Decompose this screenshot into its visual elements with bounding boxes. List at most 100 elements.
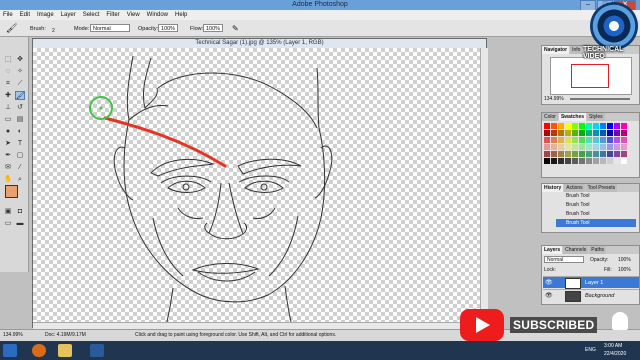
color-swatch[interactable] — [579, 130, 585, 136]
color-swatch[interactable] — [544, 158, 550, 164]
color-swatch[interactable] — [621, 137, 627, 143]
brush-size-value[interactable]: 2 — [52, 28, 55, 34]
eraser-tool-icon[interactable]: ▭ — [3, 115, 13, 124]
history-item[interactable]: Brush Tool — [556, 210, 636, 218]
opacity-field[interactable]: 100% — [158, 24, 178, 32]
color-swatch[interactable] — [586, 158, 592, 164]
zoom-tool-icon[interactable]: ⌕ — [15, 175, 25, 184]
tab-actions[interactable]: Actions — [564, 184, 585, 192]
color-swatch[interactable] — [600, 151, 606, 157]
color-swatch[interactable] — [565, 158, 571, 164]
photoshop-taskbar-icon[interactable] — [90, 344, 104, 357]
color-swatch[interactable] — [565, 137, 571, 143]
tab-navigator[interactable]: Navigator — [542, 46, 570, 54]
tab-paths[interactable]: Paths — [589, 246, 607, 254]
gradient-tool-icon[interactable]: ▤ — [15, 115, 25, 124]
color-swatch[interactable] — [607, 137, 613, 143]
menu-file[interactable]: File — [3, 10, 13, 20]
menu-view[interactable]: View — [127, 10, 140, 20]
vertical-scrollbar[interactable] — [480, 48, 488, 322]
color-swatch[interactable] — [593, 151, 599, 157]
color-swatch[interactable] — [565, 151, 571, 157]
color-swatch[interactable] — [579, 158, 585, 164]
color-swatch[interactable] — [614, 144, 620, 150]
color-swatch[interactable] — [586, 151, 592, 157]
menu-filter[interactable]: Filter — [106, 10, 119, 20]
color-swatch[interactable] — [565, 144, 571, 150]
full-screen-icon[interactable]: ▬ — [15, 219, 25, 228]
zoom-slider[interactable] — [570, 98, 630, 100]
hand-tool-icon[interactable]: ✋ — [3, 175, 13, 184]
color-swatch[interactable] — [558, 144, 564, 150]
color-swatch[interactable] — [551, 123, 557, 129]
color-swatch[interactable] — [544, 137, 550, 143]
start-button[interactable] — [3, 344, 17, 357]
color-swatch[interactable] — [586, 130, 592, 136]
color-swatch[interactable] — [544, 130, 550, 136]
bell-icon[interactable] — [612, 312, 628, 330]
history-item-current[interactable]: Brush Tool — [556, 219, 636, 227]
tab-layers[interactable]: Layers — [542, 246, 563, 254]
brush-tool-icon[interactable]: 🖌 — [15, 91, 25, 100]
tab-tool-presets[interactable]: Tool Presets — [585, 184, 618, 192]
color-swatch[interactable] — [579, 123, 585, 129]
eye-icon[interactable]: 👁 — [545, 277, 553, 289]
color-swatch[interactable] — [551, 144, 557, 150]
color-swatch[interactable] — [607, 151, 613, 157]
color-swatch[interactable] — [593, 137, 599, 143]
color-swatch[interactable] — [621, 158, 627, 164]
tab-history[interactable]: History — [542, 184, 564, 192]
color-swatch[interactable] — [600, 130, 606, 136]
menu-image[interactable]: Image — [37, 10, 54, 20]
history-brush-icon[interactable]: ↺ — [15, 103, 25, 112]
healing-brush-icon[interactable]: ✚ — [3, 91, 13, 100]
clock-date[interactable]: 22/4/2020 — [604, 351, 626, 357]
color-swatch[interactable] — [614, 137, 620, 143]
canvas[interactable] — [33, 48, 480, 322]
color-swatch[interactable] — [565, 123, 571, 129]
layer-opacity-value[interactable]: 100% — [618, 257, 631, 263]
lasso-tool-icon[interactable]: ◌ — [3, 67, 13, 76]
language-indicator[interactable]: ENG — [585, 347, 596, 353]
file-explorer-icon[interactable] — [58, 344, 72, 357]
color-swatch[interactable] — [621, 151, 627, 157]
color-swatch[interactable] — [572, 137, 578, 143]
standard-mode-icon[interactable]: ▣ — [3, 207, 13, 216]
path-selection-icon[interactable]: ➤ — [3, 139, 13, 148]
fill-value[interactable]: 100% — [618, 267, 631, 273]
color-swatch[interactable] — [558, 123, 564, 129]
dodge-tool-icon[interactable]: ◐ — [15, 127, 25, 136]
color-swatch[interactable] — [551, 158, 557, 164]
flow-field[interactable]: 100% — [203, 24, 223, 32]
color-swatch[interactable] — [579, 137, 585, 143]
clock-time[interactable]: 3:00 AM — [604, 343, 622, 349]
color-swatch[interactable] — [607, 158, 613, 164]
color-swatch[interactable] — [614, 123, 620, 129]
color-swatch[interactable] — [544, 151, 550, 157]
slice-tool-icon[interactable]: ⟋ — [15, 79, 25, 88]
navigator-zoom[interactable]: 134.99% — [544, 96, 564, 102]
pen-tool-icon[interactable]: ✒ — [3, 151, 13, 160]
color-swatch[interactable] — [565, 130, 571, 136]
color-swatch[interactable] — [614, 158, 620, 164]
menu-window[interactable]: Window — [147, 10, 168, 20]
move-tool-icon[interactable]: ✥ — [15, 55, 25, 64]
color-swatch[interactable] — [558, 158, 564, 164]
menu-help[interactable]: Help — [175, 10, 187, 20]
swatch-grid[interactable] — [544, 123, 627, 164]
clone-stamp-icon[interactable]: ⊥ — [3, 103, 13, 112]
color-swatch[interactable] — [614, 151, 620, 157]
tab-swatches[interactable]: Swatches — [558, 113, 587, 121]
color-swatch[interactable] — [558, 130, 564, 136]
color-swatch[interactable] — [544, 144, 550, 150]
color-swatch[interactable] — [600, 158, 606, 164]
color-swatch[interactable] — [586, 144, 592, 150]
color-swatch[interactable] — [600, 144, 606, 150]
crop-tool-icon[interactable]: ⌗ — [3, 79, 13, 88]
youtube-play-icon[interactable] — [460, 309, 504, 341]
history-item[interactable]: Brush Tool — [556, 201, 636, 209]
color-swatch[interactable] — [621, 123, 627, 129]
color-swatch[interactable] — [621, 130, 627, 136]
color-swatch[interactable] — [544, 123, 550, 129]
screen-mode-icon[interactable]: ▭ — [3, 219, 13, 228]
